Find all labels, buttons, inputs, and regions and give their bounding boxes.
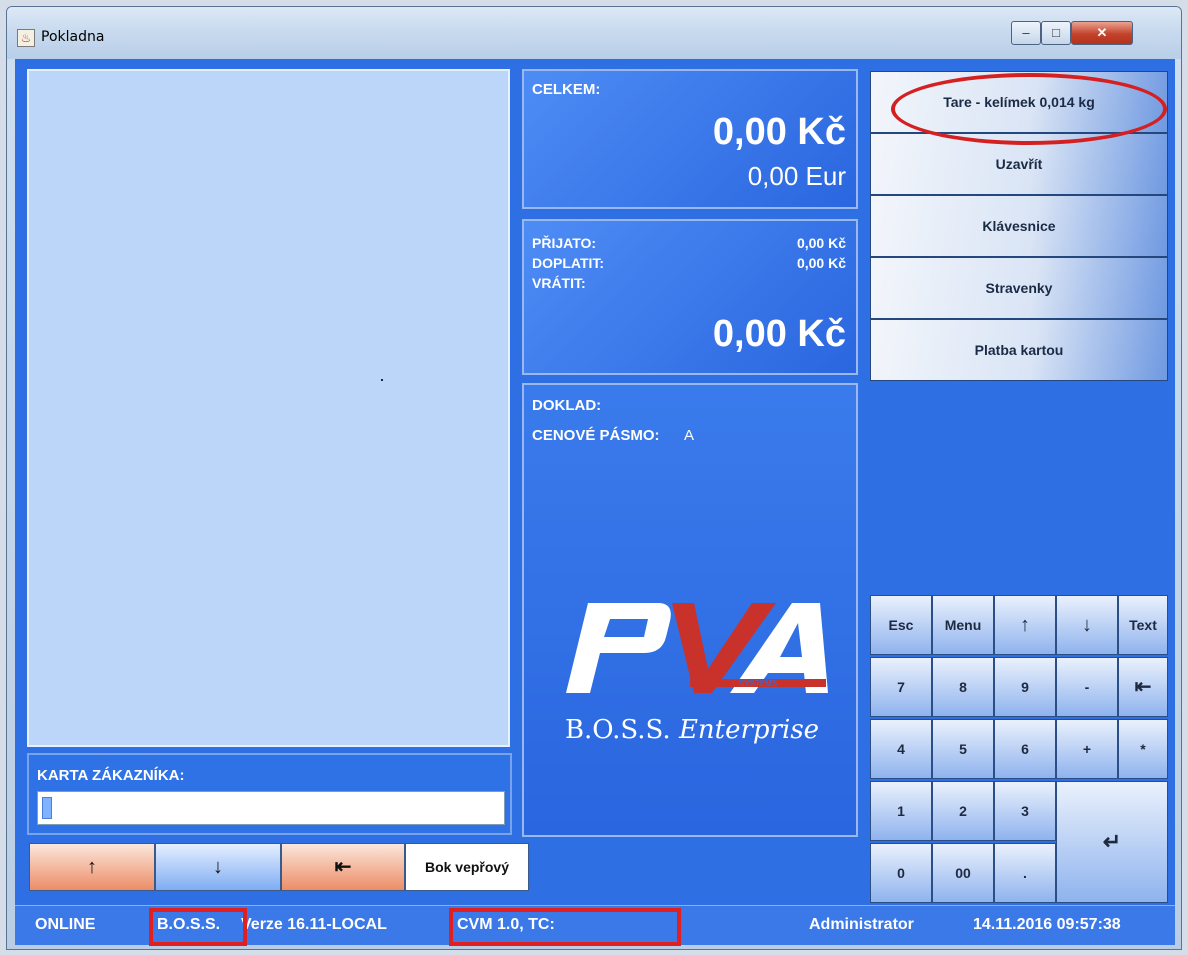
document-panel: DOKLAD: CENOVÉ PÁSMO: A SYSTEMS B.O.S.S.…: [522, 383, 858, 837]
key-minus[interactable]: -: [1056, 657, 1118, 717]
pos-window: ♨ Pokladna ‒ □ ✕ KARTA ZÁKAZNÍKA: ↑ ↓ ⇤ …: [6, 6, 1182, 950]
key-8[interactable]: 8: [932, 657, 994, 717]
list-up-button[interactable]: ↑: [29, 843, 155, 891]
price-zone-value: A: [684, 427, 695, 444]
key-1[interactable]: 1: [870, 781, 932, 841]
list-first-button[interactable]: ⇤: [281, 843, 405, 891]
key-enter[interactable]: ↵: [1056, 781, 1168, 903]
product-name-suffix: Enterprise: [678, 715, 820, 745]
meal-vouchers-button[interactable]: Stravenky: [870, 257, 1168, 319]
price-zone-label: CENOVÉ PÁSMO:: [532, 427, 660, 444]
key-2[interactable]: 2: [932, 781, 994, 841]
status-product: B.O.S.S.: [157, 916, 221, 933]
key-6[interactable]: 6: [994, 719, 1056, 779]
tare-button[interactable]: Tare - kelímek 0,014 kg: [870, 71, 1168, 133]
document-label: DOKLAD:: [532, 397, 602, 414]
status-connection: ONLINE: [35, 916, 96, 933]
customer-card-label: KARTA ZÁKAZNÍKA:: [37, 767, 185, 784]
list-down-button[interactable]: ↓: [155, 843, 281, 891]
key-multiply[interactable]: *: [1118, 719, 1168, 779]
minimize-button[interactable]: ‒: [1011, 21, 1041, 45]
status-cvm: CVM 1.0, TC:: [457, 916, 555, 933]
text-caret: [42, 797, 52, 819]
key-00[interactable]: 00: [932, 843, 994, 903]
key-down[interactable]: ↓: [1056, 595, 1118, 655]
key-backspace[interactable]: ⇤: [1118, 657, 1168, 717]
product-name: B.O.S.S. Enterprise: [544, 715, 840, 745]
customer-card-panel: KARTA ZÁKAZNÍKA:: [27, 753, 512, 835]
title-bar: ♨ Pokladna ‒ □ ✕: [7, 7, 1181, 59]
key-esc[interactable]: Esc: [870, 595, 932, 655]
key-4[interactable]: 4: [870, 719, 932, 779]
maximize-button[interactable]: □: [1041, 21, 1071, 45]
total-czk: 0,00 Kč: [712, 111, 846, 153]
key-9[interactable]: 9: [994, 657, 1056, 717]
customer-card-input[interactable]: [37, 791, 505, 825]
remaining-label: DOPLATIT:: [532, 255, 605, 271]
card-payment-button[interactable]: Platba kartou: [870, 319, 1168, 381]
key-plus[interactable]: +: [1056, 719, 1118, 779]
status-version: Verze 16.11-LOCAL: [241, 916, 387, 933]
received-label: PŘIJATO:: [532, 235, 597, 251]
pos-client-area: KARTA ZÁKAZNÍKA: ↑ ↓ ⇤ Bok vepřový CELKE…: [15, 59, 1175, 946]
status-bar: ONLINE B.O.S.S. Verze 16.11-LOCAL CVM 1.…: [15, 905, 1175, 946]
status-user: Administrator: [809, 916, 914, 933]
key-decimal[interactable]: .: [994, 843, 1056, 903]
receipt-items-list[interactable]: [27, 69, 510, 747]
total-eur: 0,00 Eur: [747, 161, 846, 191]
pva-logo: SYSTEMS: [566, 603, 828, 693]
stray-pixel: [381, 379, 383, 381]
payment-panel: PŘIJATO: 0,00 Kč DOPLATIT: 0,00 Kč VRÁTI…: [522, 219, 858, 375]
change-value: 0,00 Kč: [712, 313, 846, 355]
key-7[interactable]: 7: [870, 657, 932, 717]
logo-tagline: SYSTEMS: [739, 679, 777, 688]
key-3[interactable]: 3: [994, 781, 1056, 841]
close-receipt-button[interactable]: Uzavřít: [870, 133, 1168, 195]
change-label: VRÁTIT:: [532, 275, 586, 291]
total-label: CELKEM:: [532, 81, 601, 98]
total-panel: CELKEM: 0,00 Kč 0,00 Eur: [522, 69, 858, 209]
window-title: Pokladna: [41, 29, 105, 45]
quick-item-button[interactable]: Bok vepřový: [405, 843, 529, 891]
received-value: 0,00 Kč: [796, 235, 846, 251]
product-name-main: B.O.S.S.: [564, 715, 671, 745]
key-menu[interactable]: Menu: [932, 595, 994, 655]
keyboard-button[interactable]: Klávesnice: [870, 195, 1168, 257]
key-up[interactable]: ↑: [994, 595, 1056, 655]
key-0[interactable]: 0: [870, 843, 932, 903]
status-datetime: 14.11.2016 09:57:38: [973, 916, 1121, 933]
key-5[interactable]: 5: [932, 719, 994, 779]
close-button[interactable]: ✕: [1071, 21, 1133, 45]
java-app-icon: ♨: [17, 29, 35, 47]
remaining-value: 0,00 Kč: [796, 255, 846, 271]
logo-letter-p: [566, 603, 671, 693]
key-text[interactable]: Text: [1118, 595, 1168, 655]
